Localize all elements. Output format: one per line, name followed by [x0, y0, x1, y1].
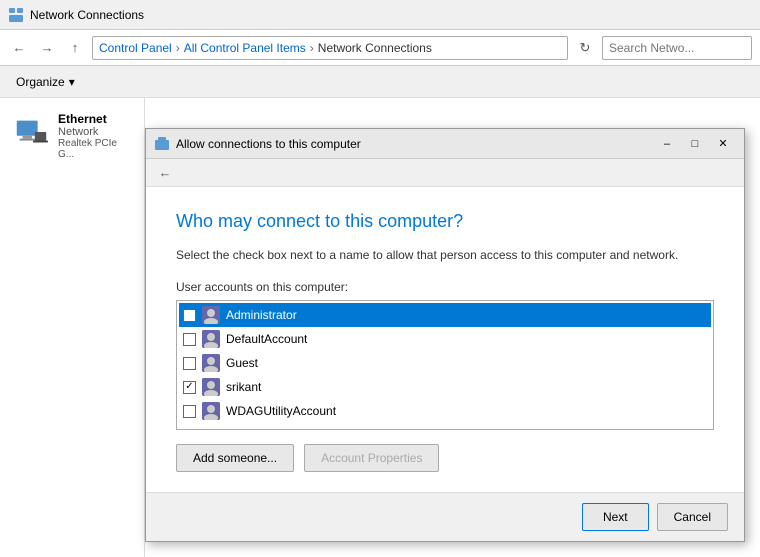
user-checkbox-wdagutilityaccount[interactable] — [183, 405, 196, 418]
ethernet-item[interactable]: Ethernet Network Realtek PCIe G... — [8, 108, 136, 164]
dialog-icon — [154, 136, 170, 152]
user-checkbox-srikant[interactable] — [183, 381, 196, 394]
user-item-guest[interactable]: Guest — [179, 351, 711, 375]
dialog-action-buttons: Add someone... Account Properties — [176, 444, 714, 472]
cancel-button[interactable]: Cancel — [657, 503, 728, 531]
add-someone-button[interactable]: Add someone... — [176, 444, 294, 472]
account-properties-button[interactable]: Account Properties — [304, 444, 439, 472]
dialog-nav: ← — [146, 159, 744, 187]
user-icon-guest — [202, 354, 220, 372]
dialog-heading: Who may connect to this computer? — [176, 211, 714, 232]
organize-label: Organize — [16, 75, 65, 89]
window-icon — [8, 7, 24, 23]
window-titlebar: Network Connections — [0, 0, 760, 30]
vpn-dialog: Allow connections to this computer – □ ✕… — [145, 128, 745, 542]
ethernet-type: Network — [58, 126, 132, 138]
user-list: Administrator DefaultAccount — [176, 300, 714, 430]
back-button[interactable]: ← — [8, 37, 30, 59]
minimize-button[interactable]: – — [654, 134, 680, 154]
path-part-3: Network Connections — [318, 41, 432, 55]
user-item-defaultaccount[interactable]: DefaultAccount — [179, 327, 711, 351]
ethernet-info: Ethernet Network Realtek PCIe G... — [58, 112, 132, 160]
dialog-title: Allow connections to this computer — [176, 137, 361, 151]
user-name-guest: Guest — [226, 356, 258, 370]
user-name-defaultaccount: DefaultAccount — [226, 332, 307, 346]
path-sep-2: › — [310, 41, 314, 55]
organize-arrow: ▾ — [69, 75, 75, 89]
up-button[interactable]: ↑ — [64, 37, 86, 59]
dialog-content: Who may connect to this computer? Select… — [146, 187, 744, 492]
maximize-button[interactable]: □ — [682, 134, 708, 154]
user-name-wdagutilityaccount: WDAGUtilityAccount — [226, 404, 336, 418]
dialog-footer: Next Cancel — [146, 492, 744, 541]
refresh-button[interactable]: ↻ — [574, 37, 596, 59]
path-part-1: Control Panel — [99, 41, 172, 55]
close-button[interactable]: ✕ — [710, 134, 736, 154]
user-item-srikant[interactable]: srikant — [179, 375, 711, 399]
dialog-title-left: Allow connections to this computer — [154, 136, 361, 152]
search-input[interactable] — [602, 36, 752, 60]
user-item-wdagutilityaccount[interactable]: WDAGUtilityAccount — [179, 399, 711, 423]
dialog-titlebar: Allow connections to this computer – □ ✕ — [146, 129, 744, 159]
main-area: Ethernet Network Realtek PCIe G... Allow… — [0, 98, 760, 557]
ethernet-name: Ethernet — [58, 112, 132, 126]
organize-button[interactable]: Organize ▾ — [8, 70, 83, 94]
address-path[interactable]: Control Panel › All Control Panel Items … — [92, 36, 568, 60]
user-checkbox-defaultaccount[interactable] — [183, 333, 196, 346]
user-icon-wdagutilityaccount — [202, 402, 220, 420]
window-title: Network Connections — [30, 8, 144, 22]
user-icon-defaultaccount — [202, 330, 220, 348]
user-icon-administrator — [202, 306, 220, 324]
dialog-description: Select the check box next to a name to a… — [176, 246, 714, 264]
path-sep-1: › — [176, 41, 180, 55]
ethernet-adapter: Realtek PCIe G... — [58, 138, 132, 160]
user-name-administrator: Administrator — [226, 308, 297, 322]
forward-button[interactable]: → — [36, 37, 58, 59]
left-panel: Ethernet Network Realtek PCIe G... — [0, 98, 145, 557]
user-name-srikant: srikant — [226, 380, 261, 394]
user-icon-srikant — [202, 378, 220, 396]
dialog-back-button[interactable]: ← — [154, 162, 176, 184]
dialog-controls: – □ ✕ — [654, 134, 736, 154]
user-item-administrator[interactable]: Administrator — [179, 303, 711, 327]
path-part-2: All Control Panel Items — [184, 41, 306, 55]
address-bar: ← → ↑ Control Panel › All Control Panel … — [0, 30, 760, 66]
toolbar: Organize ▾ — [0, 66, 760, 98]
user-checkbox-guest[interactable] — [183, 357, 196, 370]
user-checkbox-administrator[interactable] — [183, 309, 196, 322]
ethernet-icon — [12, 112, 50, 152]
next-button[interactable]: Next — [582, 503, 649, 531]
user-list-label: User accounts on this computer: — [176, 280, 714, 294]
